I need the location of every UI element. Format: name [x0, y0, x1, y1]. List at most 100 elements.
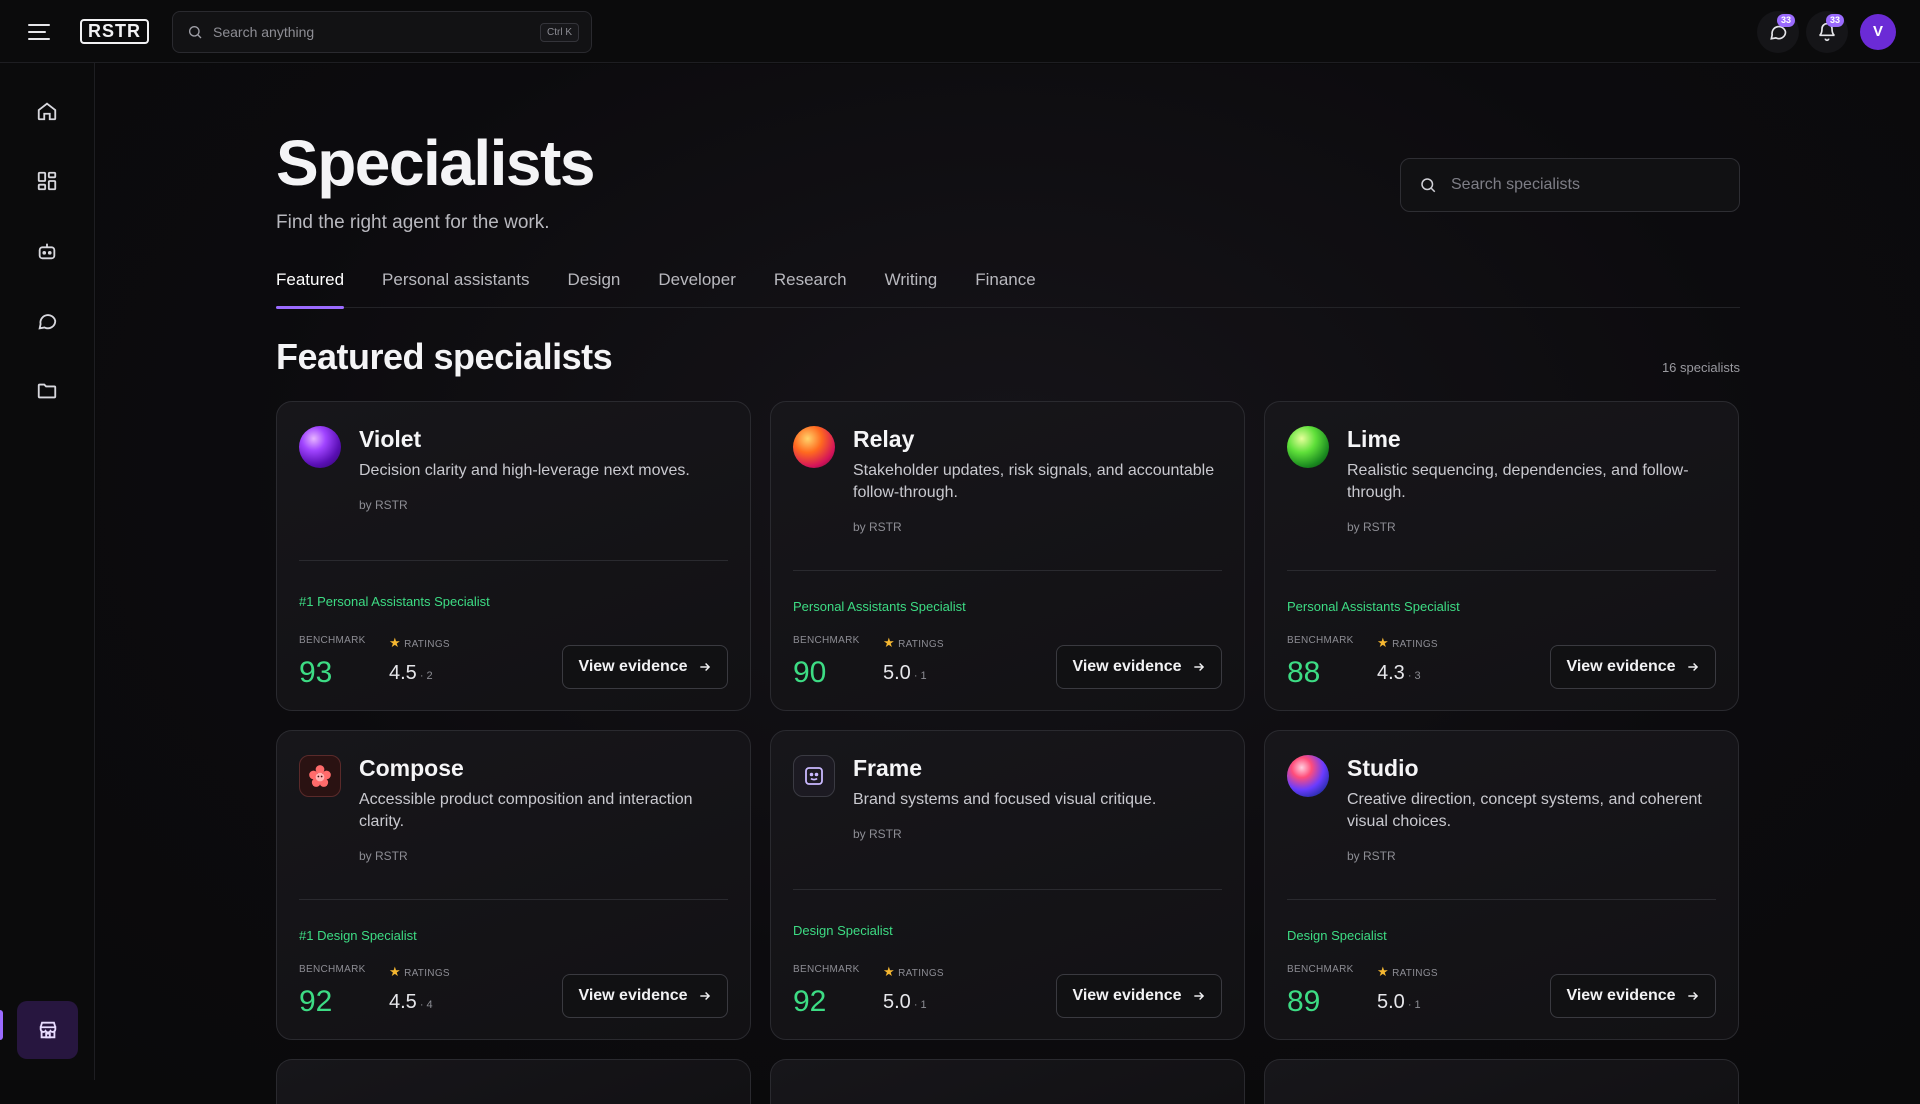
chat-icon — [38, 314, 57, 330]
view-evidence-button[interactable]: View evidence — [1550, 974, 1716, 1018]
specialist-card-violet[interactable]: Violet Decision clarity and high-leverag… — [276, 401, 751, 711]
messages-badge: 33 — [1777, 14, 1795, 27]
global-search-placeholder: Search anything — [213, 24, 315, 40]
specialist-search-input[interactable]: Search specialists — [1400, 158, 1740, 212]
specialist-tag: Design Specialist — [793, 923, 893, 938]
hamburger-menu-icon[interactable] — [28, 20, 56, 44]
sidebar-item-marketplace[interactable] — [17, 1001, 78, 1059]
rating-value: 4.5 · 4 — [389, 991, 433, 1013]
sidebar-item-agents[interactable] — [32, 236, 62, 266]
section-title: Featured specialists — [276, 336, 613, 377]
specialist-name: Relay — [853, 426, 915, 452]
rating-value: 4.5 · 2 — [389, 662, 433, 684]
global-search-input[interactable]: Search anything Ctrl K — [172, 11, 592, 53]
benchmark-label: BENCHMARK — [299, 964, 366, 975]
star-icon: ★ — [883, 635, 895, 650]
top-bar: RSTR Search anything Ctrl K 33 33 V — [0, 0, 1920, 63]
specialist-grid: Violet Decision clarity and high-leverag… — [276, 401, 1740, 1104]
notifications-button[interactable]: 33 — [1806, 11, 1848, 53]
home-icon — [37, 102, 57, 121]
card-divider — [793, 889, 1222, 890]
rating-value: 5.0 · 1 — [883, 991, 927, 1013]
ratings-label: ★ RATINGS — [1377, 964, 1438, 979]
specialist-tag: #1 Personal Assistants Specialist — [299, 594, 490, 609]
specialist-card-lime[interactable]: Lime Realistic sequencing, dependencies,… — [1264, 401, 1739, 711]
tab-personal-assistants[interactable]: Personal assistants — [382, 264, 529, 308]
ratings-label: ★ RATINGS — [389, 964, 450, 979]
tab-design[interactable]: Design — [567, 264, 620, 308]
specialist-description: Creative direction, concept systems, and… — [1347, 791, 1702, 830]
benchmark-value: 90 — [793, 656, 827, 689]
specialist-name: Frame — [853, 755, 923, 781]
specialist-name: Compose — [359, 755, 464, 781]
search-icon — [189, 26, 202, 39]
lime-avatar — [1287, 426, 1329, 468]
ratings-label: ★ RATINGS — [883, 635, 944, 650]
sidebar — [0, 63, 95, 1080]
specialist-tag: Personal Assistants Specialist — [793, 599, 966, 614]
page-subtitle: Find the right agent for the work. — [276, 212, 550, 233]
sidebar-item-dashboard[interactable] — [32, 166, 62, 196]
rating-value: 5.0 · 1 — [1377, 991, 1421, 1013]
specialist-card-relay[interactable]: Relay Stakeholder updates, risk signals,… — [770, 401, 1245, 711]
tab-developer[interactable]: Developer — [658, 264, 736, 308]
specialist-card-partial[interactable] — [1264, 1059, 1739, 1104]
search-icon — [1421, 178, 1436, 193]
store-icon — [39, 1021, 56, 1039]
page-title: Specialists — [276, 127, 595, 199]
arrow-right-icon — [1687, 991, 1698, 1001]
specialist-author: by RSTR — [359, 849, 408, 863]
specialist-name: Violet — [359, 426, 422, 452]
sidebar-item-home[interactable] — [32, 96, 62, 126]
benchmark-label: BENCHMARK — [299, 635, 366, 646]
specialist-description: Stakeholder updates, risk signals, and a… — [853, 462, 1215, 501]
studio-avatar — [1287, 755, 1329, 797]
specialist-tag: Personal Assistants Specialist — [1287, 599, 1460, 614]
specialist-name: Studio — [1347, 755, 1419, 781]
star-icon: ★ — [883, 964, 895, 979]
notifications-badge: 33 — [1826, 14, 1844, 27]
specialist-card-studio[interactable]: Studio Creative direction, concept syste… — [1264, 730, 1739, 1040]
view-evidence-button[interactable]: View evidence — [562, 645, 728, 689]
specialist-search-placeholder: Search specialists — [1451, 176, 1580, 193]
specialist-tag: Design Specialist — [1287, 928, 1387, 943]
messages-button[interactable]: 33 — [1757, 11, 1799, 53]
ratings-label: ★ RATINGS — [883, 964, 944, 979]
view-evidence-button[interactable]: View evidence — [1056, 974, 1222, 1018]
benchmark-label: BENCHMARK — [793, 635, 860, 646]
specialist-author: by RSTR — [359, 498, 408, 512]
ratings-label: ★ RATINGS — [1377, 635, 1438, 650]
specialist-card-partial[interactable] — [770, 1059, 1245, 1104]
category-tabs: Featured Personal assistants Design Deve… — [276, 264, 1740, 309]
benchmark-label: BENCHMARK — [793, 964, 860, 975]
tab-finance[interactable]: Finance — [975, 264, 1035, 308]
card-divider — [299, 560, 728, 561]
folder-icon — [37, 383, 57, 399]
star-icon: ★ — [1377, 635, 1389, 650]
star-icon: ★ — [1377, 964, 1389, 979]
card-divider — [793, 570, 1222, 571]
arrow-right-icon — [699, 662, 710, 672]
view-evidence-button[interactable]: View evidence — [1550, 645, 1716, 689]
benchmark-value: 92 — [793, 985, 827, 1018]
sidebar-item-files[interactable] — [32, 376, 62, 406]
specialist-card-partial[interactable] — [276, 1059, 751, 1104]
app-logo[interactable]: RSTR — [80, 19, 149, 44]
card-divider — [1287, 899, 1716, 900]
rating-value: 5.0 · 1 — [883, 662, 927, 684]
sidebar-item-chat[interactable] — [32, 306, 62, 336]
benchmark-value: 89 — [1287, 985, 1321, 1018]
specialist-description: Decision clarity and high-leverage next … — [359, 462, 690, 479]
arrow-right-icon — [699, 991, 710, 1001]
specialist-card-compose[interactable]: Compose Accessible product composition a… — [276, 730, 751, 1040]
view-evidence-button[interactable]: View evidence — [1056, 645, 1222, 689]
star-icon: ★ — [389, 964, 401, 979]
specialist-card-frame[interactable]: Frame Brand systems and focused visual c… — [770, 730, 1245, 1040]
view-evidence-button[interactable]: View evidence — [562, 974, 728, 1018]
specialist-tag: #1 Design Specialist — [299, 928, 417, 943]
specialist-description: Accessible product composition and inter… — [359, 791, 693, 830]
tab-writing[interactable]: Writing — [885, 264, 938, 308]
user-avatar[interactable]: V — [1860, 14, 1896, 50]
tab-research[interactable]: Research — [774, 264, 847, 308]
tab-featured[interactable]: Featured — [276, 264, 345, 309]
